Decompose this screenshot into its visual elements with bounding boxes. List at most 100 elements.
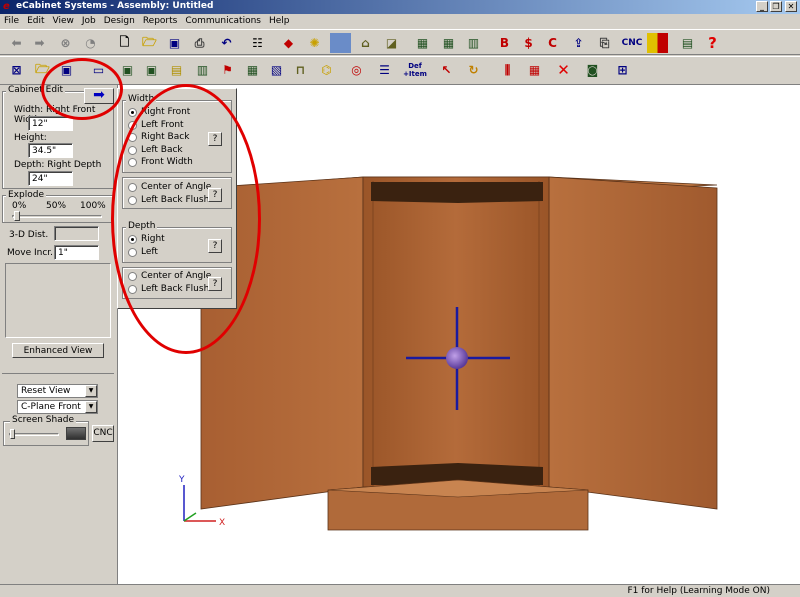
menu-edit[interactable]: Edit	[23, 14, 48, 26]
parts-icon[interactable]: ⚑	[217, 60, 238, 80]
lines-icon[interactable]: ⫼	[497, 60, 518, 80]
print-icon[interactable]: ⎙	[189, 33, 210, 53]
move-incr-field[interactable]: 1"	[54, 245, 99, 260]
dbx-icon[interactable]: ▥	[192, 60, 213, 80]
shade-color-swatch[interactable]	[66, 427, 86, 440]
app-logo-icon: e	[3, 1, 10, 12]
eb-icon[interactable]: ▦	[242, 60, 263, 80]
refresh-icon[interactable]: ◔	[80, 33, 101, 53]
rotate-icon[interactable]: ↻	[463, 60, 484, 80]
main-toolbar: ⬅ ➡ ⊗ ◔ 🗋 🗁 ▣ ⎙ ↶ ☷ ◆ ✺ ⌂ ◪ ▦ ▦ ▥ B $ C …	[0, 29, 800, 55]
screen-shade-label: Screen Shade	[10, 415, 76, 425]
divider	[2, 373, 114, 374]
camera-icon[interactable]: ◙	[582, 60, 603, 80]
cplane-select[interactable]: C-Plane Front ▼	[17, 400, 98, 414]
maximize-button[interactable]: ❐	[770, 1, 782, 12]
menu-design[interactable]: Design	[100, 14, 139, 26]
door2-icon[interactable]: ▣	[141, 60, 162, 80]
grid2-icon[interactable]: ▦	[524, 60, 545, 80]
delete-icon[interactable]: ✕	[553, 60, 574, 80]
drawer-icon[interactable]: ▤	[166, 60, 187, 80]
cabinet-edit-icon[interactable]: ⊠	[6, 60, 27, 80]
explode-label: Explode	[6, 190, 46, 200]
menu-communications[interactable]: Communications	[181, 14, 265, 26]
menu-view[interactable]: View	[49, 14, 78, 26]
menu-reports[interactable]: Reports	[139, 14, 182, 26]
back-arrow-icon[interactable]: ⬅	[6, 33, 27, 53]
height-field[interactable]: 34.5"	[28, 143, 73, 158]
width-field[interactable]: 12"	[28, 116, 73, 131]
list-icon[interactable]: ☰	[374, 60, 395, 80]
pointer-icon[interactable]: ↖	[436, 60, 457, 80]
menu-help[interactable]: Help	[265, 14, 294, 26]
chevron-down-icon[interactable]: ▼	[85, 401, 97, 413]
menu-file[interactable]: File	[0, 14, 23, 26]
screen-icon[interactable]: ▤	[677, 33, 698, 53]
title-bar: e eCabinet Systems - Assembly: Untitled …	[0, 0, 800, 14]
axis-y-label: Y	[178, 475, 185, 485]
help-icon[interactable]: ?	[702, 33, 723, 53]
cabinet2-icon[interactable]: ▦	[438, 33, 459, 53]
stop-icon[interactable]: ⊗	[55, 33, 76, 53]
new-doc-icon[interactable]: 🗋	[114, 33, 135, 53]
explode-tick-0: 0%	[12, 201, 27, 211]
screen-shade-thumb[interactable]	[10, 429, 15, 439]
save-icon[interactable]: ▣	[164, 33, 185, 53]
height-label: Height:	[14, 133, 47, 143]
status-text: F1 for Help (Learning Mode ON)	[627, 586, 770, 596]
grid-icon[interactable]	[647, 33, 668, 53]
explode-slider[interactable]	[12, 215, 102, 218]
settings-icon[interactable]: ☷	[247, 33, 268, 53]
window-title: eCabinet Systems - Assembly: Untitled	[16, 1, 214, 11]
cabinet-icon[interactable]: ▦	[412, 33, 433, 53]
chevron-down-icon[interactable]: ▼	[85, 385, 97, 397]
am-icon[interactable]: ▧	[266, 60, 287, 80]
explode-tick-50: 50%	[46, 201, 67, 211]
dist-field[interactable]	[54, 226, 99, 241]
material-icon[interactable]: ◆	[278, 33, 299, 53]
material2-icon[interactable]: ⌬	[316, 60, 337, 80]
depth-field[interactable]: 24"	[28, 171, 73, 186]
dimension-icon[interactable]: ⊞	[612, 60, 633, 80]
oc-icon[interactable]: ◎	[346, 60, 367, 80]
depth-label: Depth: Right Depth	[14, 160, 102, 170]
open-folder-icon[interactable]: 🗁	[139, 33, 160, 53]
explode-tick-100: 100%	[80, 201, 106, 211]
cabinet3-icon[interactable]: ▥	[463, 33, 484, 53]
hardware2-icon[interactable]: ◪	[381, 33, 402, 53]
explode-slider-thumb[interactable]	[14, 211, 20, 221]
left-panel: Cabinet Edit ➡ Width: Right Front Width …	[0, 85, 116, 585]
menu-bar: File Edit View Job Design Reports Communicatio…	[0, 14, 800, 29]
screen-shade-slider[interactable]	[9, 433, 59, 436]
hardware-icon[interactable]: ⌂	[355, 33, 376, 53]
enhanced-view-button[interactable]: Enhanced View	[12, 343, 104, 358]
export2-icon[interactable]: ⎘	[594, 33, 615, 53]
reset-view-select[interactable]: Reset View ▼	[17, 384, 98, 398]
top-shelf-shadow	[371, 182, 543, 203]
cnc-button[interactable]: CNC	[92, 425, 114, 442]
texture-icon[interactable]	[330, 33, 351, 53]
undo-icon[interactable]: ↶	[216, 33, 237, 53]
report-b-icon[interactable]: B	[494, 33, 515, 53]
menu-job[interactable]: Job	[78, 14, 100, 26]
dist-label: 3-D Dist.	[9, 230, 49, 240]
move-incr-label: Move Incr.	[7, 248, 54, 258]
annotation-circle-large	[111, 84, 261, 354]
close-button[interactable]: ✕	[785, 1, 797, 12]
radio-dot[interactable]	[128, 107, 137, 117]
reset-view-value: Reset View	[21, 386, 71, 396]
status-bar: F1 for Help (Learning Mode ON)	[0, 584, 800, 597]
minimize-button[interactable]: _	[756, 1, 768, 12]
cnc-icon[interactable]: CNC	[619, 33, 645, 53]
def-item-icon[interactable]: Def +Item	[402, 60, 428, 80]
preview-box	[5, 263, 111, 338]
report-c-icon[interactable]: C	[542, 33, 563, 53]
export-icon[interactable]: ⇪	[568, 33, 589, 53]
forward-arrow-icon[interactable]: ➡	[29, 33, 50, 53]
report-dollar-icon[interactable]: $	[518, 33, 539, 53]
cplane-value: C-Plane Front	[21, 402, 81, 412]
move-gizmo-ball[interactable]	[446, 347, 468, 369]
light-icon[interactable]: ✺	[304, 33, 325, 53]
table-icon[interactable]: ⊓	[290, 60, 311, 80]
cabinet-right-side	[548, 176, 718, 510]
